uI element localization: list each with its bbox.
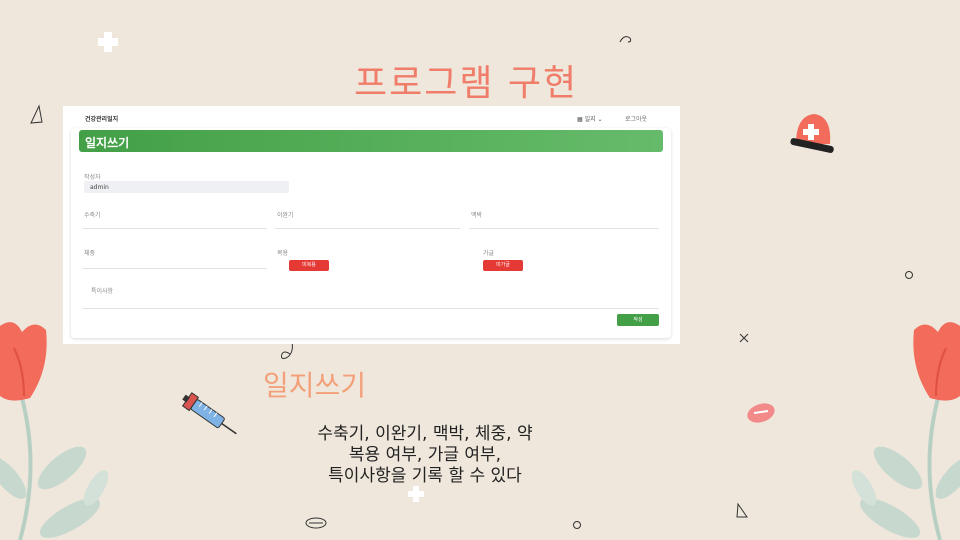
circle-icon bbox=[905, 271, 913, 279]
card-header: 일지쓰기 bbox=[79, 130, 663, 152]
chevron-down-icon: ⌄ bbox=[595, 116, 603, 123]
nav-diary-menu[interactable]: ▦ 일지 ⌄ bbox=[577, 114, 603, 123]
cross-small-icon bbox=[408, 486, 424, 502]
triangle-small-icon bbox=[736, 502, 748, 518]
slide-subtitle: 일지쓰기 bbox=[263, 369, 367, 402]
gargle-toggle-button[interactable]: 미가글 bbox=[483, 260, 523, 271]
medication-toggle-button[interactable]: 미복용 bbox=[289, 260, 329, 271]
weight-input[interactable] bbox=[82, 268, 267, 269]
gargle-label: 가글 bbox=[483, 250, 495, 257]
grid-icon: ▦ bbox=[577, 116, 585, 123]
slide: 프로그램 구현 건강관리일지 ▦ 일지 ⌄ 로그아웃 일지쓰기 작성자 admi… bbox=[0, 0, 960, 540]
pulse-label: 맥박 bbox=[471, 212, 483, 219]
swirl-icon bbox=[619, 36, 632, 43]
diary-form-card: 일지쓰기 작성자 admin 수축기 이완기 맥박 체중 복용 미복용 가글 미… bbox=[71, 128, 671, 338]
weight-label: 체중 bbox=[84, 250, 96, 257]
systolic-label: 수축기 bbox=[84, 212, 101, 219]
slide-title: 프로그램 구현 bbox=[354, 63, 579, 104]
author-field[interactable]: admin bbox=[84, 181, 289, 193]
cross-mark-icon bbox=[739, 333, 749, 343]
flower-icon bbox=[0, 322, 109, 540]
diastolic-label: 이완기 bbox=[277, 212, 294, 219]
save-button[interactable]: 작성 bbox=[617, 314, 659, 326]
app-name[interactable]: 건강관리일지 bbox=[85, 114, 118, 123]
pulse-input[interactable] bbox=[469, 228, 659, 229]
author-label: 작성자 bbox=[84, 174, 101, 181]
circle-small-icon bbox=[573, 521, 581, 529]
notes-label: 특이사항 bbox=[91, 288, 114, 295]
tablet-icon bbox=[305, 517, 327, 529]
card-title: 일지쓰기 bbox=[85, 136, 130, 150]
flower-right-icon bbox=[851, 322, 960, 540]
app-screenshot: 건강관리일지 ▦ 일지 ⌄ 로그아웃 일지쓰기 작성자 admin 수축기 이완… bbox=[63, 106, 680, 344]
description-line: 복용 여부, 가글 여부, bbox=[348, 445, 502, 465]
medication-label: 복용 bbox=[277, 250, 289, 257]
pill-icon bbox=[747, 403, 775, 423]
slide-description: 수축기, 이완기, 맥박, 체중, 약 복용 여부, 가글 여부, 특이사항을 … bbox=[290, 424, 560, 487]
triangle-icon bbox=[30, 104, 43, 124]
syringe-icon bbox=[181, 392, 237, 435]
diastolic-input[interactable] bbox=[275, 228, 460, 229]
description-line: 수축기, 이완기, 맥박, 체중, 약 bbox=[317, 424, 533, 444]
systolic-input[interactable] bbox=[82, 228, 267, 229]
app-topbar: 건강관리일지 ▦ 일지 ⌄ 로그아웃 bbox=[63, 106, 680, 128]
description-line: 특이사항을 기록 할 수 있다 bbox=[328, 466, 522, 486]
first-aid-cross-icon bbox=[98, 32, 118, 52]
siren-icon bbox=[790, 114, 834, 153]
nav-diary-label: 일지 bbox=[584, 116, 596, 123]
notes-input[interactable] bbox=[82, 308, 659, 309]
logout-link[interactable]: 로그아웃 bbox=[625, 114, 647, 123]
